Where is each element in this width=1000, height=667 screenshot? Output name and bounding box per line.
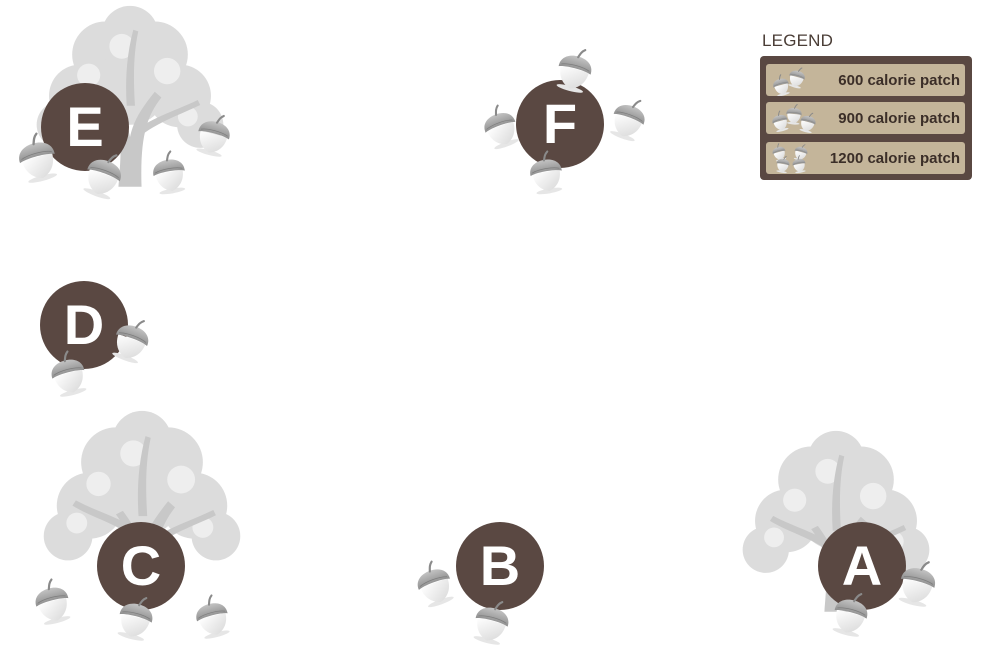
acorn-icon <box>148 148 190 198</box>
acorn-quad-icon <box>770 142 810 174</box>
acorn-icon <box>29 575 76 629</box>
patch-label: A <box>842 534 882 597</box>
legend-item-label: 1200 calorie patch <box>829 150 960 167</box>
patch-e: E <box>12 5 236 204</box>
patch-label: C <box>121 534 161 597</box>
acorn-pair-icon <box>770 64 808 96</box>
patch-label: B <box>480 534 520 597</box>
legend-item-1200: 1200 calorie patch <box>766 142 965 174</box>
legend-item-600: 600 calorie patch <box>766 64 965 96</box>
legend-item-900: 900 calorie patch <box>766 102 965 134</box>
legend-title: LEGEND <box>762 31 834 50</box>
acorn-icon <box>605 92 652 146</box>
patch-a: A <box>742 430 942 641</box>
acorn-icon <box>476 100 524 154</box>
acorn-trio-icon <box>769 103 819 134</box>
legend: 600 calorie patch 900 calorie patch 1200… <box>760 56 972 180</box>
patch-c: C <box>29 410 241 645</box>
patch-label: E <box>66 95 103 158</box>
patch-label: D <box>64 293 104 356</box>
patch-b: B <box>409 522 544 649</box>
acorn-icon <box>409 556 459 612</box>
legend-item-label: 900 calorie patch <box>838 110 960 127</box>
patch-label: F <box>543 92 577 155</box>
legend-item-label: 600 calorie patch <box>838 72 960 89</box>
patch-f: F <box>476 43 652 198</box>
acorn-icon <box>190 591 235 643</box>
patch-d: D <box>40 281 157 401</box>
